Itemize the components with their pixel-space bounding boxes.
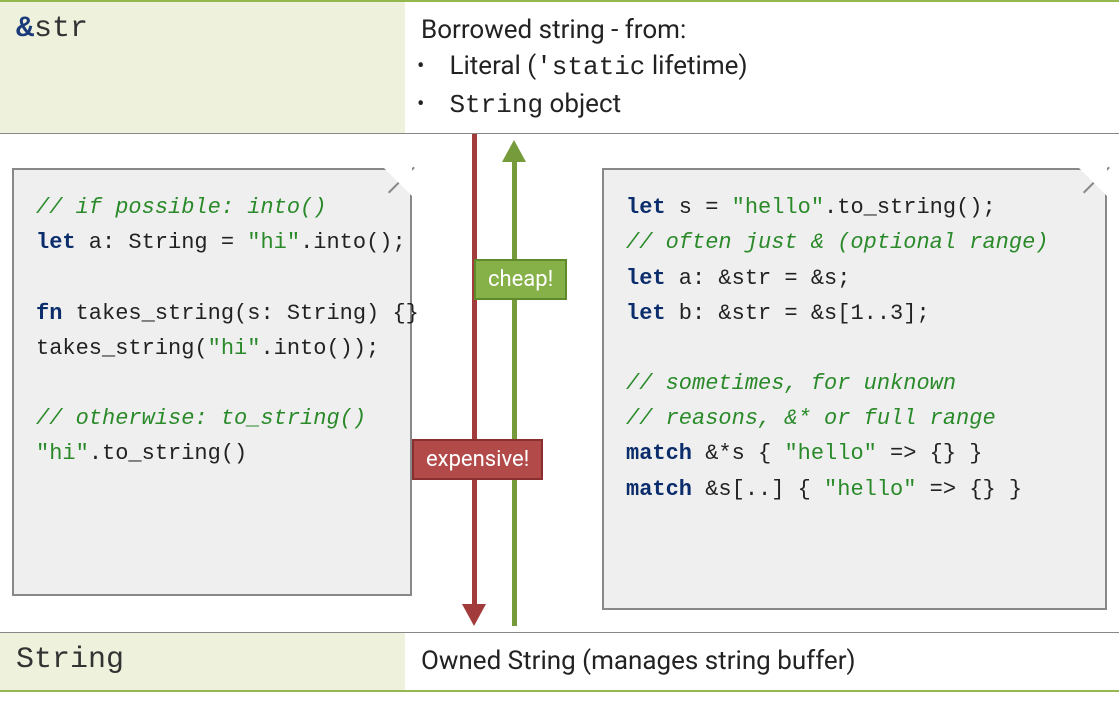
code-match-slice: match &s[..] { "hello" => {} } xyxy=(626,472,1083,507)
kw-let: let xyxy=(626,195,666,220)
bullet1-pre: Literal ( xyxy=(449,51,536,81)
arrow-up-head-icon xyxy=(502,140,526,162)
comment-tostring: // otherwise: to_string() xyxy=(36,401,388,436)
kw-fn: fn xyxy=(36,301,62,326)
comment-reasons: // reasons, &* or full range xyxy=(626,401,1083,436)
str-desc-bullet-string: String object xyxy=(443,86,1103,123)
txt: takes_string(s: String) {} xyxy=(62,301,418,326)
blank-line xyxy=(36,366,388,401)
kw-let: let xyxy=(36,230,76,255)
str-type-name: str xyxy=(34,12,88,46)
str-desc-bullet-literal: Literal ('static lifetime) xyxy=(443,48,1103,85)
kw-let: let xyxy=(626,266,666,291)
string-type-name: String xyxy=(16,643,124,677)
code-string-to-str: let s = "hello".to_string(); // often ju… xyxy=(602,168,1107,610)
blank-line xyxy=(36,261,388,296)
code-into-tostring: // if possible: into() let a: String = "… xyxy=(12,168,412,596)
str-type-cell: &str xyxy=(0,2,405,133)
kw-let: let xyxy=(626,301,666,326)
txt: &s[..] { xyxy=(692,477,824,502)
txt: s = xyxy=(666,195,732,220)
txt: => {} } xyxy=(877,441,983,466)
txt: a: &str = &s; xyxy=(666,266,851,291)
arrow-down-expensive xyxy=(472,134,477,606)
arrow-up-cheap xyxy=(512,160,517,626)
code-let-a-ref: let a: &str = &s; xyxy=(626,261,1083,296)
txt: b: &str = &s[1..3]; xyxy=(666,301,930,326)
blank-line xyxy=(626,331,1083,366)
conversion-diagram: // if possible: into() let a: String = "… xyxy=(0,134,1119,632)
txt: a: String = xyxy=(76,230,248,255)
comment-into: // if possible: into() xyxy=(36,190,388,225)
kw-match: match xyxy=(626,441,692,466)
arrow-down-head-icon xyxy=(462,604,486,626)
bullet1-code: 'static xyxy=(536,52,645,82)
str-description: Borrowed string - from: Literal ('static… xyxy=(405,2,1119,133)
code-let-a: let a: String = "hi".into(); xyxy=(36,225,388,260)
bullet2-post: object xyxy=(543,89,621,119)
str-header-row: &str Borrowed string - from: Literal ('s… xyxy=(0,0,1119,134)
txt: => {} } xyxy=(916,477,1022,502)
code-match-deref: match &*s { "hello" => {} } xyxy=(626,436,1083,471)
str-literal: "hi" xyxy=(247,230,300,255)
code-let-s: let s = "hello".to_string(); xyxy=(626,190,1083,225)
str-literal: "hello" xyxy=(784,441,876,466)
str-literal: "hi" xyxy=(208,336,261,361)
txt: .into(); xyxy=(300,230,406,255)
str-literal: "hi" xyxy=(36,441,89,466)
txt: &*s { xyxy=(692,441,784,466)
string-header-row: String Owned String (manages string buff… xyxy=(0,632,1119,691)
txt: takes_string( xyxy=(36,336,208,361)
bullet1-post: lifetime) xyxy=(645,51,747,81)
arrows: cheap! expensive! xyxy=(428,134,588,632)
str-literal: "hello" xyxy=(824,477,916,502)
string-type-cell: String xyxy=(0,633,405,689)
code-call-takes: takes_string("hi".into()); xyxy=(36,331,388,366)
str-literal: "hello" xyxy=(732,195,824,220)
kw-match: match xyxy=(626,477,692,502)
badge-cheap: cheap! xyxy=(474,259,567,300)
string-description: Owned String (manages string buffer) xyxy=(405,633,1119,689)
code-hi-tostring: "hi".to_string() xyxy=(36,436,388,471)
ampersand: & xyxy=(16,12,34,46)
string-desc-text: Owned String (manages string buffer) xyxy=(421,643,1103,679)
txt: .into()); xyxy=(260,336,379,361)
badge-expensive: expensive! xyxy=(412,439,543,480)
code-fn-takes: fn takes_string(s: String) {} xyxy=(36,296,388,331)
txt: .to_string() xyxy=(89,441,247,466)
str-desc-title: Borrowed string - from: xyxy=(421,12,1103,48)
bullet2-code: String xyxy=(449,90,543,120)
code-let-b-slice: let b: &str = &s[1..3]; xyxy=(626,296,1083,331)
txt: .to_string(); xyxy=(824,195,996,220)
comment-often-just: // often just & (optional range) xyxy=(626,225,1083,260)
comment-sometimes: // sometimes, for unknown xyxy=(626,366,1083,401)
